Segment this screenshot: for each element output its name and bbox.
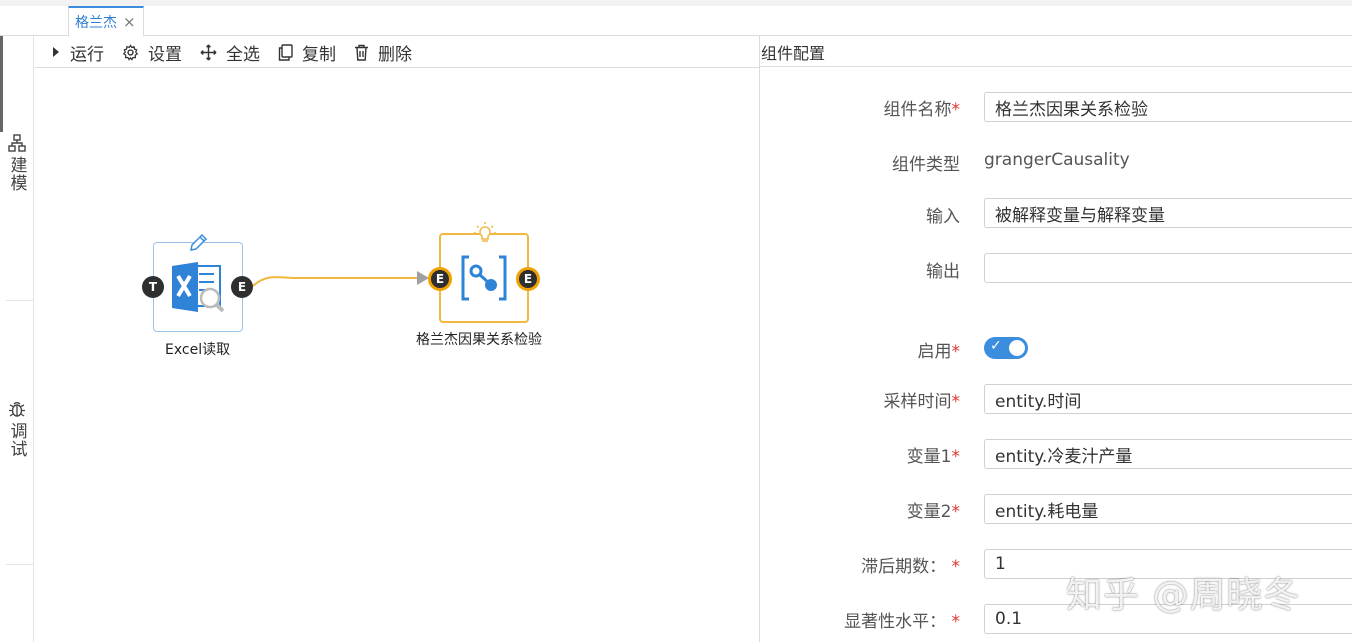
play-icon	[53, 47, 59, 57]
divider	[6, 564, 33, 565]
label-text: 启用	[917, 342, 952, 362]
settings-label: 设置	[148, 44, 182, 65]
trash-icon	[355, 44, 368, 61]
required-mark: *	[951, 342, 961, 362]
causality-icon	[461, 255, 507, 301]
variable2-input[interactable]: entity.耗电量	[984, 494, 1352, 524]
canvas-toolbar: 运行 设置 全选 复制 删除	[35, 37, 759, 68]
label-text: 变量2	[906, 502, 952, 522]
field-label-component-type: 组件类型	[892, 155, 960, 175]
label-text: 滞后期数：	[861, 557, 947, 577]
node-excel-read[interactable]	[153, 242, 243, 332]
field-label-sample-time: 采样时间*	[884, 387, 961, 412]
component-name-input[interactable]: 格兰杰因果关系检验	[984, 92, 1352, 122]
run-button[interactable]: 运行	[51, 40, 104, 65]
delete-label: 删除	[378, 44, 412, 65]
divider	[6, 300, 33, 301]
field-label-significance: 显著性水平： *	[844, 607, 960, 632]
required-mark: *	[951, 447, 961, 467]
tab-granger[interactable]: 格兰杰 ×	[68, 6, 144, 37]
select-all-button[interactable]: 全选	[200, 40, 260, 65]
label-text: 组件名称	[883, 100, 952, 120]
panel-title: 组件配置	[760, 37, 1352, 67]
edit-icon[interactable]	[187, 232, 209, 254]
flow-edge	[252, 271, 429, 287]
flow-canvas[interactable]: T E Excel读取 E E 格兰杰因果关系检验	[35, 68, 759, 642]
side-tab-modeling[interactable]: 建模	[0, 134, 34, 192]
input-field[interactable]: 被解释变量与解释变量	[984, 198, 1352, 228]
sample-time-input[interactable]: entity.时间	[984, 384, 1352, 414]
select-all-label: 全选	[226, 44, 260, 65]
side-tab-debug[interactable]: 调试	[0, 400, 34, 458]
excel-search-icon	[172, 262, 225, 313]
required-mark: *	[951, 392, 961, 412]
watermark: 知乎 @周晓冬	[1066, 575, 1301, 616]
active-indicator	[0, 36, 3, 132]
copy-label: 复制	[302, 44, 336, 65]
field-label-input: 输入	[926, 207, 960, 227]
gear-icon	[122, 43, 139, 61]
side-tab-label: 调试	[6, 422, 27, 458]
component-type-value: grangerCausality	[984, 150, 1130, 170]
side-tab-label: 建模	[6, 156, 27, 192]
label-text: 显著性水平：	[844, 612, 947, 632]
label-text: 采样时间	[883, 392, 952, 412]
input-port[interactable]: T	[142, 276, 164, 298]
delete-button[interactable]: 删除	[354, 40, 412, 65]
copy-icon	[278, 43, 293, 61]
close-icon[interactable]: ×	[123, 13, 136, 31]
bug-icon	[9, 401, 25, 417]
settings-button[interactable]: 设置	[122, 40, 182, 65]
required-mark: *	[951, 100, 961, 120]
side-tab-strip: 建模 调试	[0, 36, 34, 642]
output-port[interactable]: E	[516, 267, 540, 291]
app-root: 格兰杰 × 建模 调试 运行 设置 全选 复制 删除 T E Excel读取 E…	[0, 0, 1352, 642]
field-label-output: 输出	[926, 262, 960, 282]
tab-bar: 格兰杰 ×	[0, 0, 1352, 37]
lightbulb-icon	[474, 222, 496, 242]
field-label-lag: 滞后期数： *	[861, 552, 960, 577]
variable1-input[interactable]: entity.冷麦汁产量	[984, 439, 1352, 469]
field-label-component-name: 组件名称*	[884, 95, 961, 120]
label-text: 变量1	[906, 447, 952, 467]
check-icon: ✓	[990, 338, 1002, 354]
sitemap-icon	[8, 134, 26, 152]
required-mark: *	[951, 557, 961, 577]
toggle-knob	[1009, 340, 1025, 356]
tab-label: 格兰杰	[75, 15, 117, 31]
required-mark: *	[951, 502, 961, 522]
output-field[interactable]	[984, 253, 1352, 283]
node-label: Excel读取	[165, 342, 231, 358]
panel-divider[interactable]	[759, 36, 760, 642]
input-port[interactable]: E	[428, 267, 452, 291]
run-label: 运行	[70, 44, 104, 65]
field-label-enabled: 启用*	[918, 337, 961, 362]
required-mark: *	[951, 612, 961, 632]
node-label: 格兰杰因果关系检验	[416, 332, 542, 348]
output-port[interactable]: E	[231, 276, 253, 298]
field-label-variable2: 变量2*	[907, 497, 960, 522]
move-icon	[200, 44, 217, 60]
copy-button[interactable]: 复制	[278, 40, 336, 65]
field-label-variable1: 变量1*	[907, 442, 960, 467]
enabled-toggle[interactable]: ✓	[984, 337, 1028, 359]
